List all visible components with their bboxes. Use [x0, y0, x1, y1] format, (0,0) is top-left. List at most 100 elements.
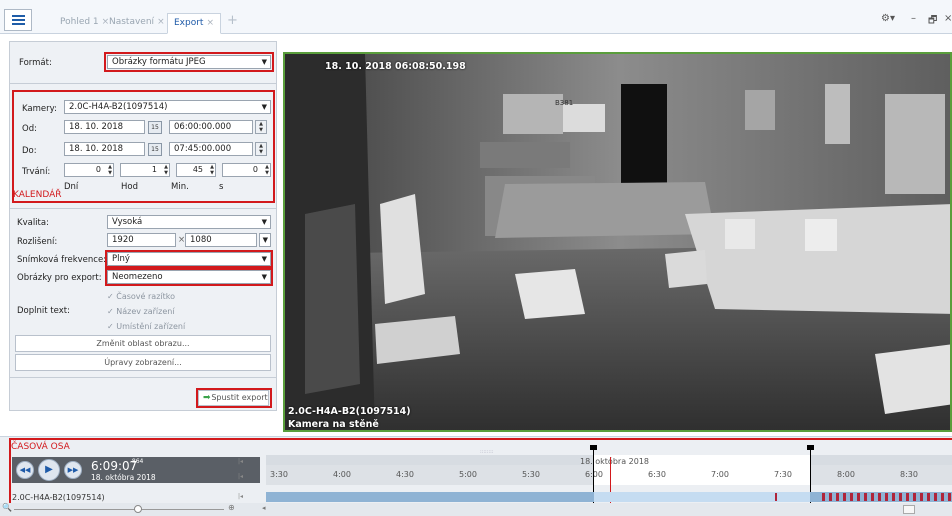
step-forward-icon[interactable]: ▶▶: [64, 461, 82, 479]
tick-label: 7:30: [774, 470, 792, 479]
unit-seconds: s: [219, 182, 224, 192]
calendar-icon[interactable]: 15: [148, 143, 162, 156]
quality-value: Vysoká: [112, 217, 143, 227]
timeline-scrollbar[interactable]: 🔍 ⊕ ◂: [0, 503, 952, 516]
close-window-icon[interactable]: ×: [944, 13, 952, 24]
go-start-icon[interactable]: |◂: [238, 493, 243, 500]
display-adjust-button[interactable]: Úpravy zobrazení...: [15, 354, 271, 371]
resolution-dropdown[interactable]: ▼: [259, 233, 271, 247]
check-device-name[interactable]: ✓ Název zařízení: [107, 307, 175, 316]
zoom-slider-thumb[interactable]: [134, 505, 142, 513]
to-time-stepper[interactable]: ▲ ▼: [255, 142, 267, 156]
tab-label: Nastavení: [109, 17, 155, 27]
from-time-stepper[interactable]: ▲ ▼: [255, 120, 267, 134]
duration-seconds-value: 0: [252, 165, 258, 174]
tab-export[interactable]: Export ×: [167, 13, 222, 34]
check-timestamp-label: Časové razítko: [116, 292, 175, 301]
duration-label: Trvání:: [22, 167, 51, 177]
video-timestamp: 18. 10. 2018 06:08:50.198: [325, 61, 466, 72]
calendar-icon[interactable]: 15: [148, 121, 162, 134]
framerate-label: Snímková frekvence:: [17, 255, 107, 265]
scroll-left-icon[interactable]: ◂: [262, 504, 266, 512]
from-time-input[interactable]: 06:00:00.000: [169, 120, 253, 134]
camera-frame-image: [285, 54, 950, 430]
restore-icon[interactable]: 🗗: [928, 13, 937, 30]
change-area-button[interactable]: Změnit oblast obrazu...: [15, 335, 271, 352]
divider: [10, 83, 276, 84]
tick-label: 7:00: [711, 470, 729, 479]
tick-label: 6:30: [648, 470, 666, 479]
zoom-slider[interactable]: [14, 509, 224, 510]
go-start-icon[interactable]: |◂: [238, 458, 243, 465]
duration-days[interactable]: 0 ▲ ▼: [64, 163, 114, 177]
timeline-panel: ČASOVÁ OSA ◀◀ ▶ ▶▶ 6:09:07 .864 18. októ…: [0, 436, 952, 516]
duration-seconds[interactable]: 0 ▲ ▼: [222, 163, 271, 177]
motion-events: [822, 493, 952, 501]
duration-hours[interactable]: 1 ▲ ▼: [120, 163, 170, 177]
from-label: Od:: [22, 124, 37, 134]
images-label: Obrázky pro export:: [17, 273, 102, 283]
video-preview[interactable]: 18. 10. 2018 06:08:50.198 B381 2.0C-H4A-…: [283, 52, 952, 432]
format-value: Obrázky formátu JPEG: [112, 57, 206, 67]
drag-handle-icon[interactable]: ::::::::: [480, 449, 493, 455]
tick-label: 4:00: [333, 470, 351, 479]
to-time-input[interactable]: 07:45:00.000: [169, 142, 253, 156]
tick-label: 4:30: [396, 470, 414, 479]
framerate-select[interactable]: Plný ▼: [107, 252, 271, 266]
range-start-handle[interactable]: [590, 445, 597, 450]
resolution-width-input[interactable]: 1920: [107, 233, 176, 247]
unit-days: Dní: [64, 182, 79, 192]
spin-icon: ▲ ▼: [265, 164, 269, 176]
close-icon[interactable]: ×: [206, 18, 214, 28]
tick-label: 8:00: [837, 470, 855, 479]
calendar-section-label: KALENDÁŘ: [13, 190, 62, 200]
duration-minutes-value: 45: [192, 165, 203, 174]
duration-minutes[interactable]: 45 ▲ ▼: [176, 163, 216, 177]
images-select[interactable]: Neomezeno ▼: [107, 270, 271, 284]
framerate-value: Plný: [112, 254, 130, 264]
tick-label: 3:30: [270, 470, 288, 479]
tab-nastaveni[interactable]: Nastavení ×: [103, 13, 171, 34]
add-tab-icon[interactable]: +: [227, 13, 238, 28]
to-date-input[interactable]: 18. 10. 2018: [64, 142, 145, 156]
resolution-label: Rozlišení:: [17, 237, 58, 247]
close-icon[interactable]: ×: [157, 17, 165, 27]
settings-icon[interactable]: ⚙▾: [881, 13, 895, 24]
tab-label: Pohled 1: [60, 17, 99, 27]
format-select[interactable]: Obrázky formátu JPEG ▼: [107, 55, 271, 69]
tick-label: 8:30: [900, 470, 918, 479]
door-sign: B381: [555, 99, 574, 107]
chevron-down-icon: ▼: [261, 103, 267, 111]
current-date: 18. októbra 2018: [91, 473, 156, 482]
tab-bar: Pohled 1 × Nastavení × Export × + ⚙▾ – 🗗 ×: [0, 0, 952, 34]
camera-select[interactable]: 2.0C-H4A-B2(1097514) ▼: [64, 100, 271, 114]
timeline-ticks: 3:30 4:00 4:30 5:00 5:30 6:00 6:30 7:00 …: [266, 463, 952, 485]
export-arrow-icon: ➡: [203, 393, 211, 403]
minimize-icon[interactable]: –: [911, 13, 916, 24]
tab-label: Export: [174, 18, 204, 28]
check-device-location[interactable]: ✓ Umístění zařízení: [107, 322, 185, 331]
zoom-in-icon[interactable]: ⊕: [228, 503, 235, 512]
quality-select[interactable]: Vysoká ▼: [107, 215, 271, 229]
check-device-location-label: Umístění zařízení: [116, 322, 186, 331]
play-icon[interactable]: ▶: [38, 459, 60, 481]
zoom-out-icon[interactable]: 🔍: [2, 503, 12, 512]
scroll-thumb[interactable]: [903, 505, 915, 514]
playback-controls: ◀◀ ▶ ▶▶: [12, 457, 88, 483]
step-back-icon[interactable]: ◀◀: [16, 461, 34, 479]
check-timestamp[interactable]: ✓ Časové razítko: [107, 292, 175, 301]
resolution-height-input[interactable]: 1080: [185, 233, 257, 247]
chevron-down-icon: ▼: [261, 255, 267, 263]
add-text-label: Doplnit text:: [17, 306, 70, 316]
start-export-button[interactable]: ➡ Spustit export: [198, 390, 269, 406]
range-end-handle[interactable]: [807, 445, 814, 450]
spin-icon: ▲ ▼: [164, 164, 168, 176]
quality-label: Kvalita:: [17, 218, 49, 228]
start-export-label: Spustit export: [211, 393, 268, 402]
divider: [10, 208, 276, 209]
from-date-input[interactable]: 18. 10. 2018: [64, 120, 145, 134]
video-camera-name: 2.0C-H4A-B2(1097514): [288, 406, 411, 417]
export-settings-panel: Formát: Obrázky formátu JPEG ▼ Kamery: 2.…: [9, 41, 277, 411]
menu-icon[interactable]: [4, 9, 32, 31]
go-start-icon[interactable]: |◂: [238, 473, 243, 480]
